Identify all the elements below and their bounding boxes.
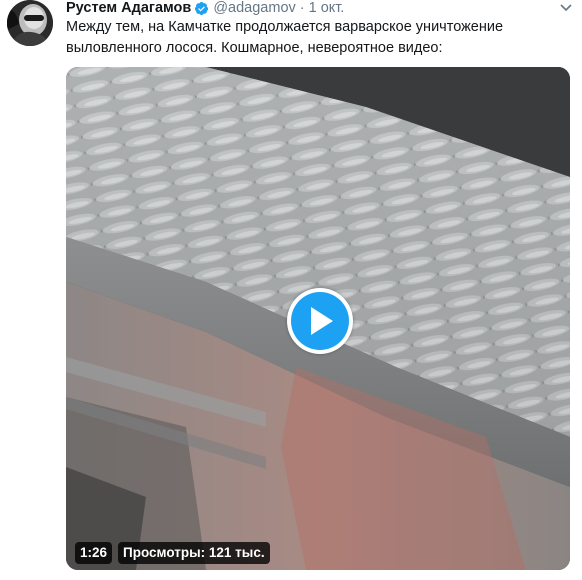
tweet-header: Рустем Адагамов @adagamov · 1 окт. <box>66 0 344 18</box>
video-player[interactable]: 1:26 Просмотры: 121 тыс. <box>66 67 570 570</box>
video-views: Просмотры: 121 тыс. <box>118 542 270 564</box>
verified-badge-icon <box>195 1 209 15</box>
play-button[interactable] <box>287 288 353 354</box>
author-handle[interactable]: @adagamov <box>213 0 295 16</box>
tweet-text: Между тем, на Камчатке продолжается варв… <box>66 19 504 56</box>
meta-separator: · <box>299 0 305 16</box>
avatar-photo <box>7 0 53 46</box>
tweet-date[interactable]: 1 окт. <box>309 0 345 16</box>
play-icon <box>311 307 333 335</box>
video-meta: 1:26 Просмотры: 121 тыс. <box>75 541 270 565</box>
tweet[interactable]: Рустем Адагамов @adagamov · 1 окт. Между… <box>0 0 582 580</box>
avatar[interactable] <box>7 0 53 46</box>
video-duration: 1:26 <box>75 542 113 564</box>
author-name[interactable]: Рустем Адагамов <box>66 0 191 16</box>
chevron-down-icon[interactable] <box>560 4 572 12</box>
